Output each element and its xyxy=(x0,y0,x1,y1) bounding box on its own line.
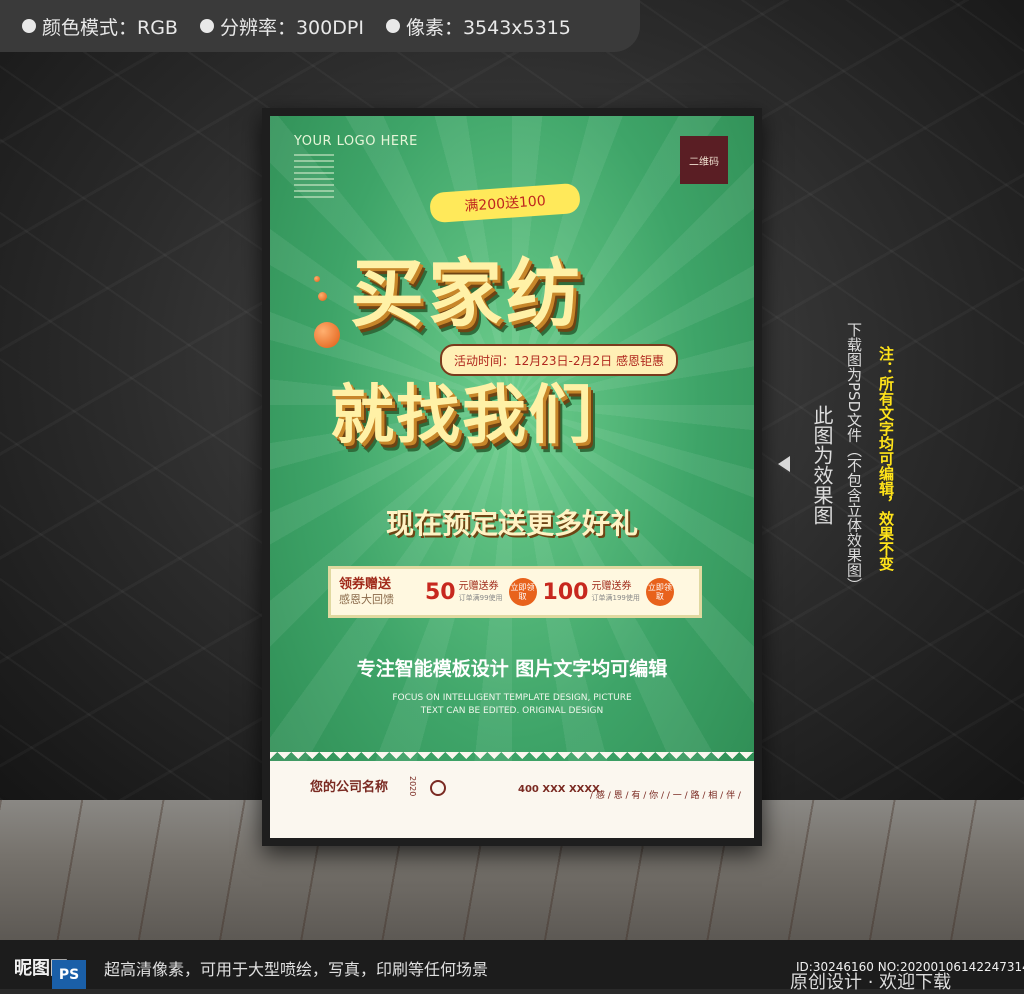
headline-1: 买家纺 xyxy=(350,251,584,337)
coupon-label: 元赠送券 xyxy=(591,581,632,592)
bullet-icon xyxy=(385,19,400,33)
left-arrow-icon xyxy=(778,456,790,472)
promo-ribbon: 满200送100 xyxy=(429,182,581,224)
orange-ball-small xyxy=(318,292,327,301)
coupon-note: 订单满199使用 xyxy=(591,594,640,602)
footer-logo-icon xyxy=(430,780,446,796)
company-name: 您的公司名称 xyxy=(310,780,389,795)
edit-note: 注：所有文字均可编辑，效果不变 xyxy=(877,346,895,571)
orange-ball xyxy=(314,322,340,348)
pixels-info: 像素：3543x5315 xyxy=(385,13,571,40)
headline-2: 就找我们 xyxy=(330,379,594,453)
focus-english: FOCUS ON INTELLIGENT TEMPLATE DESIGN, PI… xyxy=(392,693,632,716)
poster: YOUR LOGO HERE 二维码 满200送100 买家纺 活动时间：12月… xyxy=(270,116,754,838)
bullet-icon xyxy=(199,19,214,33)
coupon-subtitle: 感恩大回馈 xyxy=(339,593,394,606)
coupon-text: 元赠送券 订单满99使用 xyxy=(459,581,503,603)
effect-note: 此图为效果图 xyxy=(810,405,834,525)
color-mode-info: 颜色模式：RGB xyxy=(22,13,178,40)
coupon-box: 领券赠送 感恩大回馈 50 元赠送券 订单满99使用 立即领取 100 元赠送券… xyxy=(328,566,702,618)
claim-badge[interactable]: 立即领取 xyxy=(645,578,674,606)
claim-badge[interactable]: 立即领取 xyxy=(508,578,537,606)
qr-code: 二维码 xyxy=(680,136,728,184)
thanks-text: / 感 / 恩 / 有 / 你 / / 一 / 路 / 相 / 伴 / xyxy=(590,791,741,801)
orange-ball-tiny xyxy=(314,276,320,282)
coupon-title: 领券赠送 xyxy=(339,577,392,592)
logo-decoration xyxy=(294,154,334,198)
focus-chinese: 专注智能模板设计 图片文字均可编辑 xyxy=(356,658,668,680)
phone-number: 400 XXX XXXX xyxy=(518,784,600,795)
coupon-label: 元赠送券 xyxy=(458,581,499,592)
logo-text: YOUR LOGO HERE xyxy=(294,134,418,149)
slogan: 现在预定送更多好礼 xyxy=(385,507,638,540)
description: 超高清像素，可用于大型喷绘，写真，印刷等任何场景 xyxy=(104,960,489,979)
year-label: 2020 xyxy=(408,776,417,797)
ps-icon: PS xyxy=(52,960,86,989)
bullet-icon xyxy=(22,19,36,33)
info-bar: 颜色模式：RGB 分辨率：300DPI 像素：3543x5315 xyxy=(0,0,640,52)
coupon-text: 元赠送券 订单满199使用 xyxy=(591,581,639,603)
coupon-amount: 100 xyxy=(542,579,589,605)
coupon-amount: 50 xyxy=(425,579,456,605)
psd-note: 下载图为PSD文件（不包含立体效果图） xyxy=(845,322,863,593)
coupon-header: 领券赠送 感恩大回馈 xyxy=(331,577,425,607)
poster-frame: YOUR LOGO HERE 二维码 满200送100 买家纺 活动时间：12月… xyxy=(262,108,762,846)
original-note: 原创设计 · 欢迎下载 xyxy=(790,972,952,993)
resolution-info: 分辨率：300DPI xyxy=(199,13,364,40)
coupon-note: 订单满99使用 xyxy=(458,594,503,602)
